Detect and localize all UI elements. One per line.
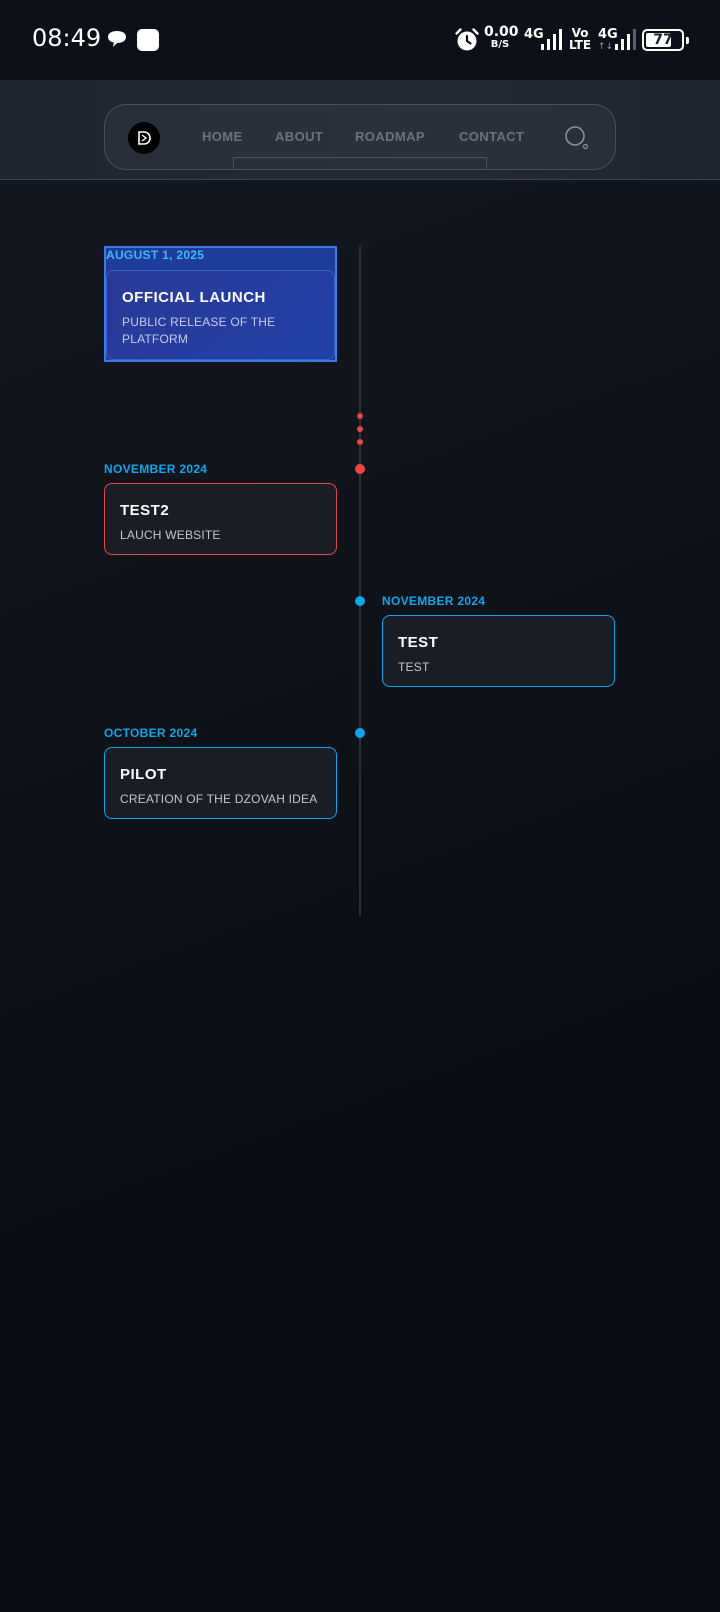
entry-date: NOVEMBER 2024 (382, 594, 486, 608)
timeline-card[interactable]: TEST2 LAUCH WEBSITE (104, 483, 337, 555)
volte-bottom: LTE (569, 38, 592, 52)
card-title: TEST2 (120, 502, 170, 519)
chat-bubble-icon (108, 31, 126, 47)
signal-icon (541, 29, 562, 50)
card-description: TEST (398, 660, 430, 674)
net-speed: 0.00 B/S (484, 24, 519, 50)
timeline-card[interactable]: TEST TEST (382, 615, 615, 687)
nav-link-contact[interactable]: CONTACT (459, 129, 524, 144)
status-bar: 08:49 0.00 B/S 4G Vo LTE 4G ↑↓ 77 (0, 0, 720, 80)
card-description: PUBLIC RELEASE OF THE PLATFORM (122, 315, 276, 346)
card-description: CREATION OF THE DZOVAH IDEA (120, 792, 318, 806)
net-speed-unit: B/S (490, 39, 510, 50)
alarm-icon (455, 28, 479, 51)
entry-date: AUGUST 1, 2025 (106, 248, 205, 262)
card-title: TEST (398, 634, 439, 651)
timeline-ellipsis-dot (357, 413, 363, 419)
dzovah-logo-icon[interactable] (128, 122, 160, 154)
timeline-card[interactable]: OFFICIAL LAUNCH PUBLIC RELEASE OF THE PL… (106, 270, 335, 360)
signal-icon (615, 29, 636, 50)
volte-indicator: Vo LTE (569, 27, 591, 51)
page: 08:49 0.00 B/S 4G Vo LTE 4G ↑↓ 77 HOME A… (0, 0, 720, 1612)
entry-date: NOVEMBER 2024 (104, 462, 208, 476)
timeline-dot (355, 596, 365, 606)
nav-link-about[interactable]: ABOUT (275, 129, 323, 144)
net-speed-value: 0.00 (484, 24, 519, 40)
entry-date: OCTOBER 2024 (104, 726, 198, 740)
timeline-ellipsis-dot (357, 439, 363, 445)
nav-active-indicator (233, 157, 487, 170)
timeline-dot (355, 464, 365, 474)
card-title: PILOT (120, 766, 167, 783)
search-icon[interactable] (564, 125, 590, 151)
battery-level: 77 (653, 32, 673, 48)
nav-link-roadmap[interactable]: ROADMAP (355, 129, 425, 144)
timeline-dot (355, 728, 365, 738)
battery-cap (686, 37, 689, 44)
app-square-icon (137, 29, 159, 51)
timeline-line (359, 246, 361, 916)
card-description: LAUCH WEBSITE (120, 528, 221, 542)
battery-icon: 77 (642, 29, 689, 51)
timeline-ellipsis-dot (357, 426, 363, 432)
timeline-card[interactable]: PILOT CREATION OF THE DZOVAH IDEA (104, 747, 337, 819)
data-arrows-icon: ↑↓ (598, 42, 614, 52)
nav-link-home[interactable]: HOME (202, 129, 243, 144)
status-time: 08:49 (32, 24, 102, 52)
card-title: OFFICIAL LAUNCH (122, 289, 266, 306)
